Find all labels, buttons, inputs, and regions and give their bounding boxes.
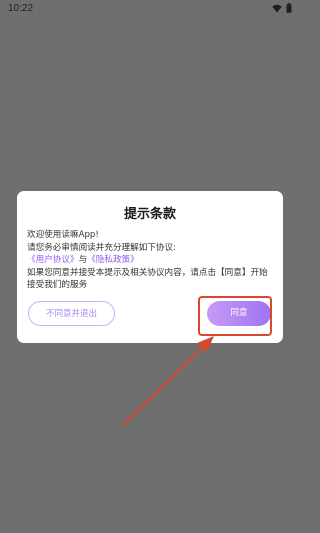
annotation-arrow	[123, 336, 214, 425]
